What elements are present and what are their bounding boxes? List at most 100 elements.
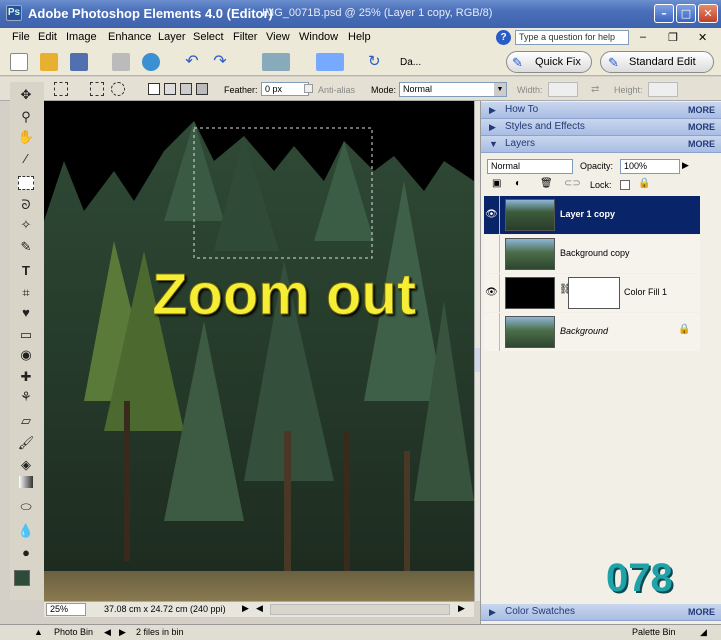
color-swatches-panel-header[interactable]: ▶ Color Swatches MORE [481,604,721,621]
new-selection-icon[interactable] [148,83,160,95]
menu-file[interactable]: File [12,31,30,43]
bin-menu-icon-right[interactable]: ▶ [119,627,126,638]
layer-row-2[interactable]: Background copy [484,235,700,273]
blend-mode-select[interactable]: Normal [487,159,573,174]
undo-icon[interactable]: ↶ [183,53,201,71]
online-services-icon[interactable] [142,53,160,71]
sponge-tool-icon[interactable]: ● [16,544,36,562]
eraser-tool-icon[interactable]: ▱ [16,412,36,430]
date-view-refresh-icon[interactable]: ↻ [368,53,396,71]
delete-layer-icon[interactable]: 🗑 [540,178,553,189]
straighten-tool-icon[interactable]: ▭ [16,326,36,344]
visibility-eye-icon[interactable]: 👁 [484,196,500,234]
menu-image[interactable]: Image [66,31,97,43]
maximize-button[interactable]: □ [676,4,696,23]
help-search-input[interactable]: Type a question for help [515,30,629,45]
width-input[interactable] [548,82,578,97]
new-file-icon[interactable] [10,53,28,71]
gradient-tool-icon[interactable] [19,476,33,488]
menu-window[interactable]: Window [299,31,338,43]
status-menu-arrow-icon[interactable]: ▶ [242,603,249,614]
eyedropper-tool-icon[interactable]: ⁄ [16,150,36,168]
menu-help[interactable]: Help [348,31,371,43]
photo-bin-label[interactable]: Photo Bin [54,627,93,637]
bin-menu-icon[interactable]: ◀ [104,627,111,638]
add-selection-icon[interactable] [164,83,176,95]
layer-row-4[interactable]: Background 🔒 [484,313,700,351]
healing-brush-icon[interactable]: ✚ [16,368,36,386]
intersect-selection-icon[interactable] [196,83,208,95]
date-view-label[interactable]: Da... [400,57,421,68]
zoom-level-field[interactable]: 25% [46,603,86,616]
photo-browser-icon[interactable] [262,53,290,71]
how-to-more-button[interactable]: MORE [688,105,715,115]
doc-close-icon[interactable]: ✕ [698,31,707,44]
menu-view[interactable]: View [266,31,290,43]
subtract-selection-icon[interactable] [180,83,192,95]
zoom-tool-icon[interactable]: ⚲ [16,108,36,126]
crop-tool-icon[interactable]: ⌗ [16,284,36,302]
antialias-checkbox[interactable] [304,84,313,93]
menu-layer[interactable]: Layer [158,31,186,43]
marquee-tool-active-icon[interactable] [18,176,34,190]
layers-panel-header[interactable]: ▼ Layers MORE [481,136,721,153]
visibility-toggle[interactable] [484,235,500,273]
visibility-eye-icon[interactable]: 👁 [484,274,500,312]
rectangle-marquee-icon[interactable] [90,82,104,96]
doc-restore-icon[interactable]: ❐ [668,31,678,44]
adjustment-layer-icon[interactable]: ◐ [515,178,521,189]
open-folder-icon[interactable] [40,53,58,71]
magic-wand-tool-icon[interactable]: ✧ [16,216,36,234]
marquee-tool-icon[interactable] [54,82,68,96]
height-input[interactable] [648,82,678,97]
styles-panel-header[interactable]: ▶ Styles and Effects MORE [481,119,721,136]
link-layer-icon[interactable]: ⊂⊃ [564,178,581,189]
hand-tool-icon[interactable]: ✋ [16,128,36,146]
save-icon[interactable] [70,53,88,71]
lock-transparency-checkbox[interactable] [620,180,630,190]
brush-tool-icon[interactable]: 🖌 [16,434,36,452]
doc-minimize-icon[interactable]: – [640,31,646,43]
styles-more-button[interactable]: MORE [688,122,715,132]
new-layer-icon[interactable]: ▣ [492,178,501,189]
ellipse-marquee-icon[interactable] [111,82,125,96]
layers-more-button[interactable]: MORE [688,139,715,149]
horizontal-scrollbar[interactable] [270,604,450,615]
image-canvas[interactable]: Zoom out [44,101,474,601]
red-eye-tool-icon[interactable]: ◉ [16,346,36,364]
menu-filter[interactable]: Filter [233,31,257,43]
help-icon[interactable]: ? [496,30,511,45]
move-tool-icon[interactable]: ✥ [16,86,36,104]
redo-icon[interactable]: ↷ [211,53,229,71]
layer-row-3[interactable]: 👁 ⛓ Color Fill 1 [484,274,700,312]
opacity-input[interactable]: 100% [620,159,680,174]
cookie-cutter-icon[interactable]: ♥ [16,304,36,322]
date-view-icon[interactable] [316,53,344,71]
layer-row-1[interactable]: 👁 Layer 1 copy [484,196,700,234]
lock-all-icon[interactable]: 🔒 [638,178,650,189]
scroll-right-icon[interactable]: ▶ [458,603,465,614]
menu-select[interactable]: Select [193,31,224,43]
scroll-left-icon[interactable]: ◀ [256,603,263,614]
blur-tool-icon[interactable]: 💧 [16,522,36,540]
shape-tool-icon[interactable]: ⬭ [16,498,36,516]
menu-edit[interactable]: Edit [38,31,57,43]
mode-select[interactable]: Normal [399,82,507,97]
opacity-slider-arrow-icon[interactable]: ▶ [682,160,689,171]
feather-input[interactable]: 0 px [261,82,309,96]
paint-bucket-icon[interactable]: ◈ [16,456,36,474]
menu-enhance[interactable]: Enhance [108,31,151,43]
close-button[interactable]: ✕ [698,4,718,23]
foreground-color-swatch[interactable] [14,570,30,586]
chevron-down-icon[interactable]: ▼ [494,83,506,96]
selection-brush-icon[interactable]: ✎ [16,238,36,256]
clone-stamp-icon[interactable]: ⚘ [16,388,36,406]
swap-icon[interactable]: ⇄ [591,84,599,95]
print-icon[interactable] [112,53,130,71]
palette-bin-toggle-icon[interactable]: ◢ [700,627,707,638]
lasso-tool-icon[interactable]: ᘐ [16,196,36,214]
palette-bin-label[interactable]: Palette Bin [632,627,676,637]
swatches-more-button[interactable]: MORE [688,607,715,617]
visibility-toggle[interactable] [484,313,500,351]
photo-bin-toggle-icon[interactable]: ▲ [34,627,43,637]
